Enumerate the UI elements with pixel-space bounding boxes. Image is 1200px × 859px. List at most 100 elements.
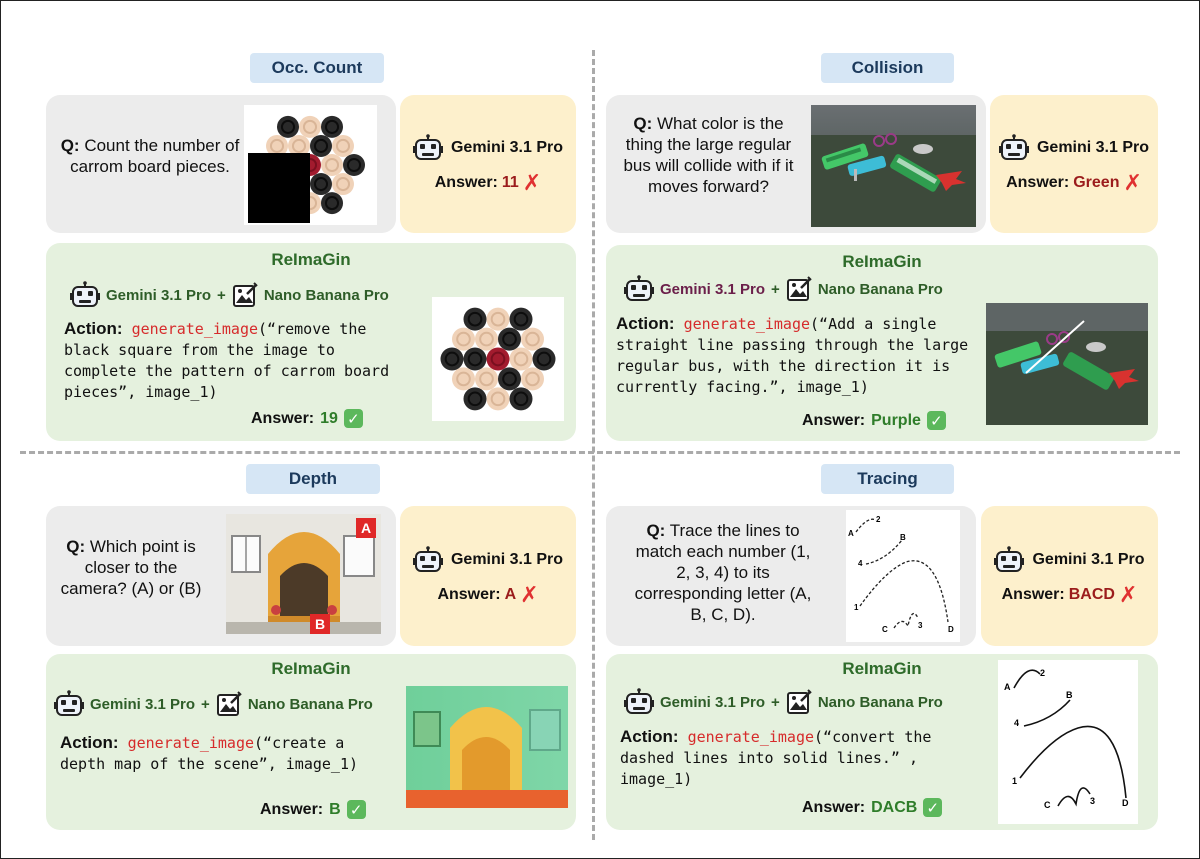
svg-text:A: A [361, 520, 371, 536]
carrom-piece [520, 367, 544, 391]
question-box: Q: Trace the lines to match each number … [606, 506, 976, 646]
cross-mark-icon: ✗ [522, 170, 542, 195]
carrom-piece [463, 387, 487, 411]
carrom-piece [475, 367, 498, 391]
image-edit-icon [216, 691, 242, 717]
image-edit-icon [786, 689, 812, 715]
question-text: Q: Which point is closer to the camera? … [60, 537, 202, 598]
baseline-answer-box: Gemini 3.1 Pro Answer: 11 ✗ [400, 95, 576, 233]
dashed-trace-lines: A 2 B 4 1 C 3 D [848, 515, 954, 634]
carrom-output-image [432, 297, 564, 421]
baseline-answer-row: Answer: Green ✗ [1006, 170, 1142, 195]
carrom-piece [331, 173, 354, 196]
robot-icon [624, 275, 654, 303]
model-name: Gemini 3.1 Pro [450, 139, 564, 156]
baseline-answer-value: BACD [1068, 586, 1115, 603]
svg-text:1: 1 [1012, 776, 1017, 786]
carrom-piece [486, 387, 510, 411]
carrom-piece [498, 327, 521, 351]
robot-icon [994, 546, 1025, 574]
final-answer-value: DACB [871, 798, 918, 816]
carrom-piece [509, 347, 533, 371]
question-text: Q: Trace the lines to match each number … [634, 521, 812, 624]
reimagin-title: ReImaGin [271, 250, 351, 269]
svg-text:4: 4 [858, 559, 863, 568]
svg-text:D: D [1122, 798, 1129, 808]
action-text: Action: generate_image(“remove the black… [64, 319, 399, 401]
svg-text:4: 4 [1014, 718, 1019, 728]
collision-output-image [986, 303, 1148, 425]
baseline-answer-row: Answer: A ✗ [437, 582, 539, 607]
check-mark-icon: ✓ [343, 409, 363, 428]
carrom-piece [509, 387, 533, 411]
dashed-trace-input-image: A 2 B 4 1 C 3 D [846, 510, 960, 642]
robot-icon [412, 134, 443, 162]
model-name: Gemini 3.1 Pro [1032, 551, 1145, 568]
reimagin-box: ReImaGin Gemini 3.1 Pro + Nano Banana Pr… [46, 654, 576, 830]
robot-icon [412, 546, 443, 574]
check-mark-icon: ✓ [926, 411, 946, 430]
reimagin-title: ReImaGin [271, 659, 351, 678]
carrom-piece [310, 134, 332, 157]
reimagin-box: ReImaGin Gemini 3.1 Pro + Nano Banana Pr… [606, 654, 1158, 830]
final-answer-value: Purple [871, 411, 921, 429]
question-text: Q: What color is the thing the large reg… [623, 114, 794, 196]
svg-text:D: D [948, 625, 954, 634]
solid-trace-lines: A 2 B 4 1 C 3 D [1004, 668, 1129, 810]
reimagin-title: ReImaGin [842, 252, 922, 271]
carrom-piece [331, 134, 354, 157]
baseline-answer-box: Gemini 3.1 Pro Answer: BACD ✗ [981, 506, 1158, 646]
carrom-piece [440, 347, 464, 371]
question-box: Q: Count the number of carrom board piec… [46, 95, 396, 233]
reimagin-models-row: Gemini 3.1 Pro + Nano Banana Pro [54, 690, 373, 718]
carrom-piece [321, 192, 343, 215]
question-box: Q: What color is the thing the large reg… [606, 95, 986, 233]
baseline-model-row: Gemini 3.1 Pro [994, 546, 1145, 574]
building-facade: A B [226, 514, 381, 634]
baseline-answer-value: A [504, 586, 517, 603]
carrom-piece [299, 115, 321, 138]
carrom-piece [277, 115, 299, 138]
robot-icon [54, 690, 84, 718]
carrom-piece [475, 327, 498, 351]
svg-text:B: B [900, 533, 906, 542]
carrom-piece [321, 154, 343, 176]
baseline-answer-box: Gemini 3.1 Pro Answer: A ✗ [400, 506, 576, 646]
check-mark-icon: ✓ [923, 798, 943, 817]
final-answer-value: B [329, 800, 341, 818]
carrom-piece [310, 173, 332, 196]
collision-input-image [811, 105, 976, 227]
carrom-input-image [244, 105, 377, 225]
action-text: Action: generate_image(“create a depth m… [60, 733, 359, 773]
robot-icon [998, 134, 1029, 162]
carrom-piece [498, 367, 521, 391]
carrom-piece [321, 115, 343, 138]
carrom-piece [520, 327, 544, 351]
final-answer-value: 19 [320, 409, 338, 427]
carrom-pieces-occluded [248, 115, 365, 223]
svg-text:A: A [1004, 682, 1011, 692]
svg-text:1: 1 [854, 603, 859, 612]
robot-icon [624, 688, 654, 716]
carrom-piece [463, 347, 487, 371]
action-text: Action: generate_image(“Add a single str… [616, 314, 978, 396]
panel-tag: Collision [821, 53, 954, 83]
toy-vehicles-scene [811, 105, 976, 227]
svg-text:C: C [882, 625, 888, 634]
baseline-model-row: Gemini 3.1 Pro [998, 134, 1149, 162]
action-text: Action: generate_image(“convert the dash… [620, 727, 941, 788]
svg-text:3: 3 [918, 621, 923, 630]
carrom-piece [463, 307, 487, 331]
svg-text:C: C [1044, 800, 1051, 810]
image-edit-icon [786, 276, 812, 302]
final-answer-row: Answer: B ✓ [260, 800, 366, 819]
baseline-answer-value: Green [1073, 174, 1120, 191]
image-edit-icon [232, 282, 258, 308]
svg-text:3: 3 [1090, 796, 1095, 806]
baseline-model-row: Gemini 3.1 Pro [412, 134, 564, 162]
building-input-image: A B [226, 514, 381, 634]
carrom-piece [509, 307, 533, 331]
svg-text:2: 2 [876, 515, 881, 524]
carrom-piece [343, 154, 365, 176]
panel-tag: Tracing [821, 464, 954, 494]
